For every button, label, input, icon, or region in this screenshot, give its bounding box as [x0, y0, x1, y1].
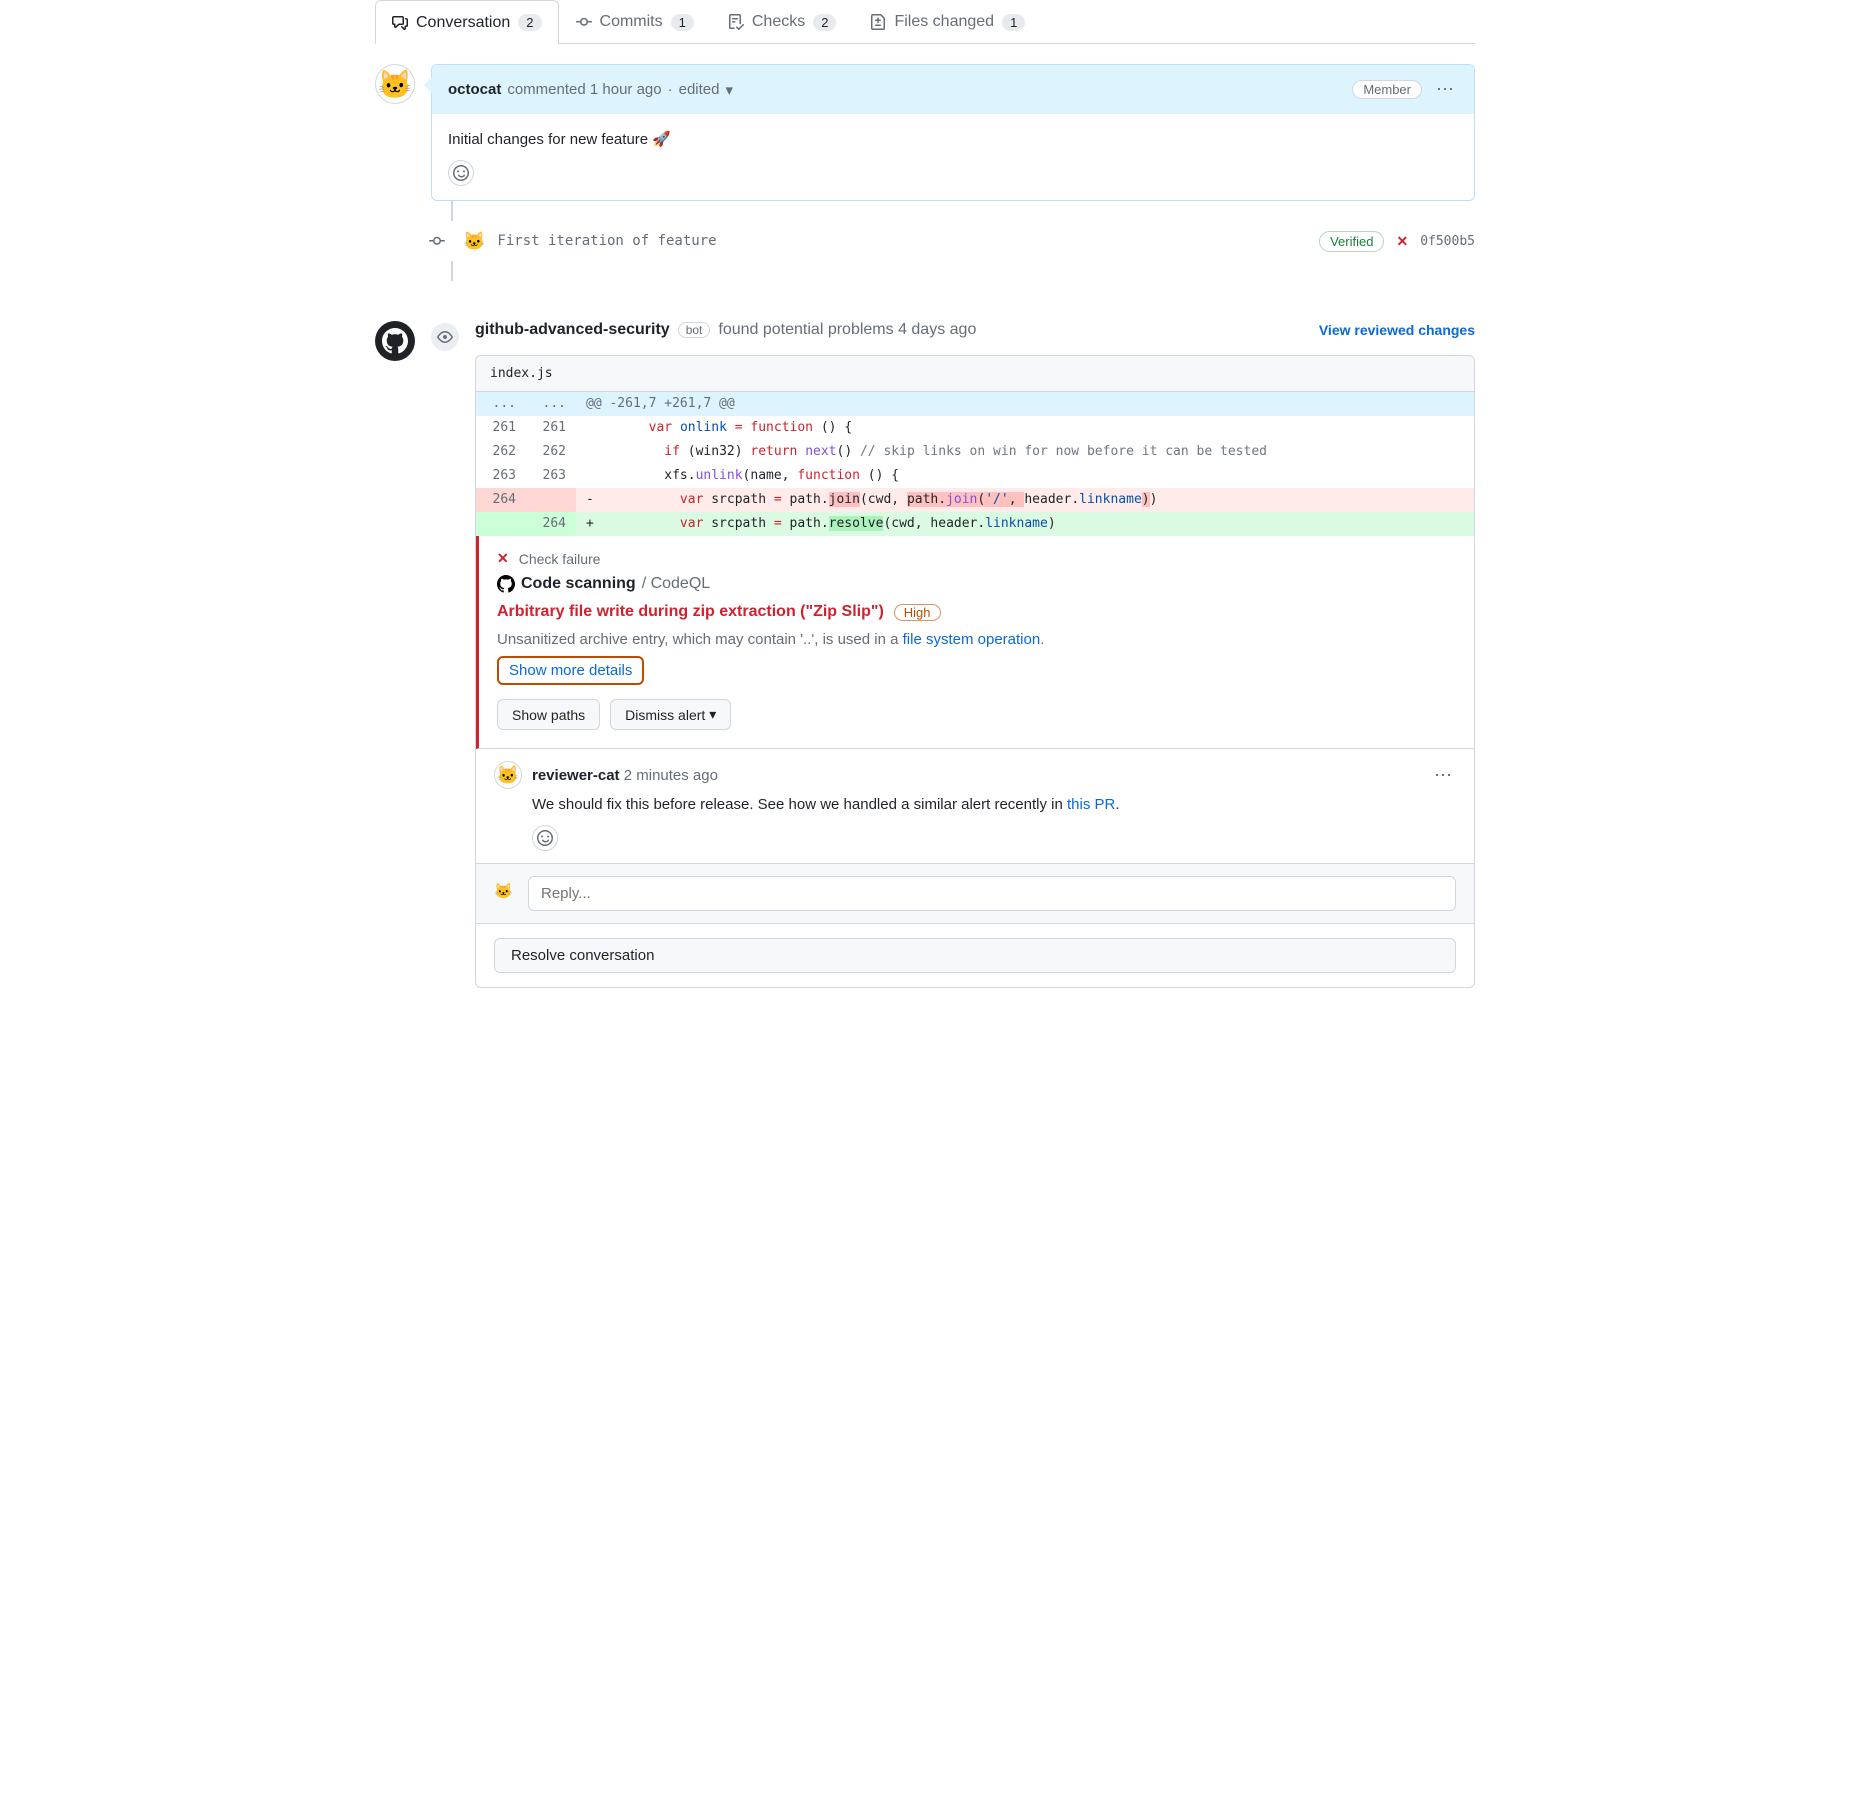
x-icon: ✕ — [497, 550, 509, 567]
git-commit-icon — [423, 227, 451, 255]
diff-review-box: index.js ...... @@ -261,7 +261,7 @@ 2612… — [475, 355, 1475, 988]
review-action-text: found potential problems 4 days ago — [718, 321, 976, 339]
comment-timestamp: 2 minutes ago — [624, 767, 718, 784]
comment-discussion-icon — [392, 15, 408, 31]
comment-body-text: We should fix this before release. See h… — [532, 796, 1456, 813]
reviewer-name[interactable]: github-advanced-security — [475, 321, 670, 339]
tab-counter: 2 — [518, 14, 541, 31]
comment-edited: edited — [679, 81, 720, 98]
severity-badge: High — [894, 604, 941, 621]
add-reaction-button[interactable] — [532, 825, 558, 851]
add-reaction-button[interactable] — [448, 160, 474, 186]
smiley-icon — [453, 165, 469, 181]
failed-check-icon[interactable]: ✕ — [1396, 233, 1408, 250]
tab-commits[interactable]: Commits 1 — [559, 0, 711, 43]
tab-counter: 1 — [1002, 14, 1025, 31]
diff-table: ...... @@ -261,7 +261,7 @@ 261261 var on… — [476, 392, 1474, 536]
kebab-menu[interactable]: ⋯ — [1432, 75, 1458, 104]
review-status-icon — [431, 323, 459, 351]
diff-line: 263263 xfs.unlink(name, function () { — [476, 464, 1474, 488]
diff-hunk-header: ...... @@ -261,7 +261,7 @@ — [476, 392, 1474, 416]
caret-down-icon[interactable]: ▾ — [725, 81, 733, 99]
tab-conversation[interactable]: Conversation 2 — [375, 0, 559, 44]
scanner-tool: / CodeQL — [642, 575, 710, 593]
tab-label: Checks — [752, 13, 805, 31]
github-mark-icon — [497, 575, 515, 593]
bot-badge: bot — [678, 322, 711, 338]
dismiss-alert-button[interactable]: Dismiss alert ▾ — [610, 699, 731, 730]
comment-author[interactable]: reviewer-cat — [532, 767, 620, 784]
tab-checks[interactable]: Checks 2 — [711, 0, 854, 43]
reply-row: 🐱 — [476, 864, 1474, 924]
commit-message[interactable]: First iteration of feature — [497, 233, 1307, 249]
git-commit-icon — [576, 14, 592, 30]
reply-input[interactable] — [528, 876, 1456, 911]
op-comment: 🐱 octocat commented 1 hour ago · edited … — [375, 64, 1475, 201]
diff-line-addition: 264+ var srcpath = path.resolve(cwd, hea… — [476, 512, 1474, 536]
checklist-icon — [728, 14, 744, 30]
pr-link[interactable]: this PR — [1067, 796, 1115, 813]
show-more-details-link[interactable]: Show more details — [497, 656, 644, 685]
tab-nav: Conversation 2 Commits 1 Checks 2 Files … — [375, 0, 1475, 44]
tab-label: Files changed — [894, 13, 994, 31]
smiley-icon — [537, 830, 553, 846]
alert-description: Unsanitized archive entry, which may con… — [497, 631, 1456, 648]
comment-body-text: Initial changes for new feature 🚀 — [448, 130, 1458, 148]
resolve-conversation-button[interactable]: Resolve conversation — [494, 938, 1456, 973]
alert-title: Arbitrary file write during zip extracti… — [497, 603, 884, 621]
avatar[interactable]: 🐱 — [375, 64, 415, 104]
review-thread-comment: 🐱 reviewer-cat 2 minutes ago ⋯ We shoul — [476, 749, 1474, 864]
view-reviewed-changes-link[interactable]: View reviewed changes — [1319, 322, 1475, 338]
diff-line-deletion: 264- var srcpath = path.join(cwd, path.j… — [476, 488, 1474, 512]
caret-down-icon: ▾ — [709, 706, 716, 723]
show-paths-button[interactable]: Show paths — [497, 699, 600, 730]
reviewer-avatar[interactable] — [375, 321, 415, 361]
tab-label: Commits — [600, 13, 663, 31]
comment-timestamp: commented 1 hour ago — [507, 81, 661, 98]
verified-badge[interactable]: Verified — [1319, 231, 1384, 252]
diff-line: 261261 var onlink = function () { — [476, 416, 1474, 440]
commit-event: 🐱 First iteration of feature Verified ✕ … — [375, 221, 1475, 261]
scanner-name: Code scanning — [521, 575, 636, 593]
avatar[interactable]: 🐱 — [494, 882, 518, 906]
file-diff-icon — [870, 14, 886, 30]
code-scanning-alert: ✕ Check failure Code scanning / CodeQL A… — [476, 536, 1474, 749]
github-mark-icon — [382, 328, 408, 354]
commit-author-avatar[interactable]: 🐱 — [463, 231, 485, 252]
comment-author[interactable]: octocat — [448, 81, 501, 98]
eye-icon — [437, 329, 453, 345]
tab-files-changed[interactable]: Files changed 1 — [853, 0, 1042, 43]
kebab-menu[interactable]: ⋯ — [1430, 761, 1456, 790]
check-failure-label: Check failure — [519, 551, 601, 567]
alert-desc-link[interactable]: file system operation — [903, 631, 1041, 648]
member-badge: Member — [1352, 80, 1422, 99]
diff-filename[interactable]: index.js — [476, 356, 1474, 392]
avatar[interactable]: 🐱 — [494, 761, 522, 789]
commit-sha[interactable]: 0f500b5 — [1420, 234, 1475, 249]
tab-counter: 2 — [813, 14, 836, 31]
diff-line: 262262 if (win32) return next() // skip … — [476, 440, 1474, 464]
tab-counter: 1 — [671, 14, 694, 31]
review-event: github-advanced-security bot found poten… — [375, 321, 1475, 988]
tab-label: Conversation — [416, 14, 510, 32]
